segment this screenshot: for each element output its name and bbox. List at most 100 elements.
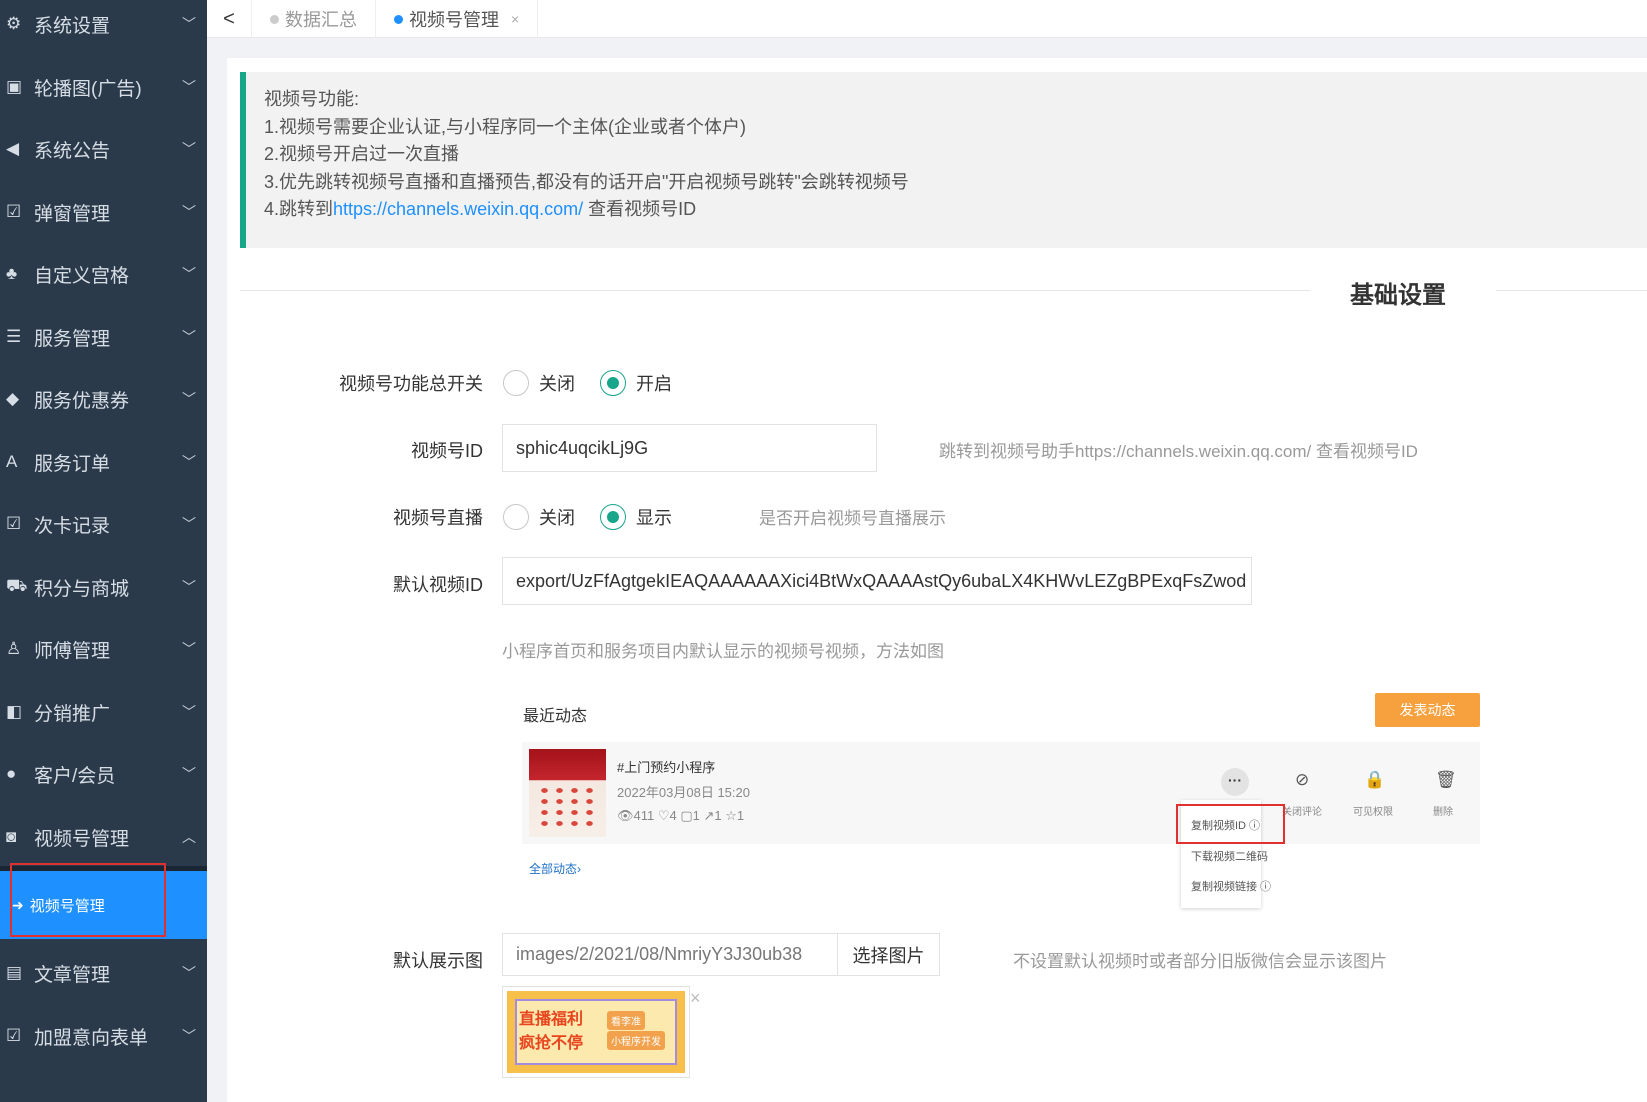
back-button[interactable]: < bbox=[207, 0, 252, 38]
preview-text: 直播福利 bbox=[519, 1011, 584, 1028]
radio-circle bbox=[503, 504, 529, 530]
switch-on-radio[interactable]: 开启 bbox=[600, 370, 672, 396]
sidebar-item-label: 服务优惠券 bbox=[34, 390, 130, 412]
image-icon: ▣ bbox=[6, 77, 23, 96]
notice-text: 查看视频号ID bbox=[583, 199, 697, 219]
chevron-down-icon: ﹀ bbox=[182, 516, 196, 532]
notice-line: 1.视频号需要企业认证,与小程序同一个主体(企业或者个体户) bbox=[264, 116, 746, 137]
select-image-button[interactable]: 选择图片 bbox=[837, 933, 940, 976]
switch-label: 视频号功能总开关 bbox=[339, 374, 483, 394]
check-square-icon: ☑ bbox=[6, 514, 22, 533]
illustration-title: 最近动态 bbox=[523, 708, 588, 725]
switch-off-radio[interactable]: 关闭 bbox=[503, 370, 575, 396]
divider bbox=[240, 290, 1310, 291]
notice-text: 4.跳转到 bbox=[264, 199, 334, 219]
sidebar-item-franchise-form[interactable]: ☑ 加盟意向表单 ﹀ bbox=[0, 1005, 207, 1067]
sidebar-item-label: 次卡记录 bbox=[34, 515, 111, 537]
sidebar-item-system-settings[interactable]: ⚙ 系统设置 ﹀ bbox=[0, 0, 207, 55]
chevron-down-icon: ﹀ bbox=[182, 766, 196, 782]
preview-text: 疯抢不停 bbox=[519, 1035, 584, 1052]
chevron-down-icon: ﹀ bbox=[182, 579, 196, 595]
image-preview: 直播福利 疯抢不停 看李准 小程序开发 bbox=[502, 986, 690, 1078]
list-icon: ☰ bbox=[6, 327, 22, 346]
trash-icon: 🗑 bbox=[1435, 770, 1457, 789]
tab-dot-icon bbox=[270, 14, 279, 24]
default-image-input[interactable]: images/2/2021/08/NmriyY3J30ub38 bbox=[502, 933, 838, 976]
sidebar-item-channels[interactable]: ◙ 视频号管理 ︿ bbox=[0, 806, 207, 868]
sidebar-item-label: 系统公告 bbox=[34, 140, 111, 162]
live-off-radio[interactable]: 关闭 bbox=[503, 504, 575, 530]
live-on-radio[interactable]: 显示 bbox=[600, 504, 672, 530]
action-caption: 可见权限 bbox=[1353, 807, 1393, 818]
default-video-input[interactable]: export/UzFfAgtgekIEAQAAAAAAXici4BtWxQAAA… bbox=[502, 557, 1252, 605]
chevron-down-icon: ﹀ bbox=[182, 454, 196, 470]
sidebar-item-distribution[interactable]: ◧ 分销推广 ﹀ bbox=[0, 681, 207, 743]
preview-tag: 看李准 bbox=[607, 1011, 645, 1030]
chevron-up-icon: ︿ bbox=[182, 829, 196, 845]
menu-item-download-qr: 下载视频二维码 bbox=[1191, 851, 1268, 863]
sidebar-item-label: 系统设置 bbox=[34, 15, 111, 37]
video-icon: ◙ bbox=[6, 827, 17, 846]
more-icon: ··· bbox=[1221, 768, 1249, 796]
sidebar-item-customers[interactable]: ● 客户/会员 ﹀ bbox=[0, 743, 207, 805]
default-video-hint: 小程序首页和服务项目内默认显示的视频号视频，方法如图 bbox=[502, 642, 944, 661]
sidebar-item-technicians[interactable]: ♙ 师傅管理 ﹀ bbox=[0, 618, 207, 680]
sidebar-item-announcement[interactable]: ◀ 系统公告 ﹀ bbox=[0, 118, 207, 180]
chevron-down-icon: ﹀ bbox=[182, 266, 196, 282]
post-title: #上门预约小程序 bbox=[617, 760, 716, 775]
highlight-box-sidebar bbox=[10, 863, 166, 937]
cart-icon: ⛟ bbox=[6, 576, 28, 595]
radio-label: 显示 bbox=[636, 508, 672, 528]
comment-off-icon: ⊘ bbox=[1295, 770, 1310, 789]
sidebar-item-label: 分销推广 bbox=[34, 703, 111, 725]
default-video-label: 默认视频ID bbox=[393, 575, 483, 595]
menu-item-copy-link: 复制视频链接 ⓘ bbox=[1191, 881, 1272, 893]
check-square-icon: ☑ bbox=[6, 1026, 22, 1045]
tab-label: 视频号管理 bbox=[409, 10, 499, 30]
sidebar-item-articles[interactable]: ▤ 文章管理 ﹀ bbox=[0, 942, 207, 1004]
highlight-box-copy-id bbox=[1176, 804, 1285, 844]
sidebar-item-orders[interactable]: A 服务订单 ﹀ bbox=[0, 431, 207, 493]
sidebar-item-points-mall[interactable]: ⛟ 积分与商城 ﹀ bbox=[0, 556, 207, 618]
sidebar-item-label: 文章管理 bbox=[34, 964, 111, 986]
sidebar-item-custom-grid[interactable]: ♣ 自定义宫格 ﹀ bbox=[0, 243, 207, 305]
sidebar-item-label: 服务订单 bbox=[34, 453, 111, 475]
sidebar-item-card-records[interactable]: ☑ 次卡记录 ﹀ bbox=[0, 493, 207, 555]
chevron-down-icon: ﹀ bbox=[182, 204, 196, 220]
sidebar-item-banner[interactable]: ▣ 轮播图(广告) ﹀ bbox=[0, 56, 207, 118]
preview-tag: 小程序开发 bbox=[607, 1031, 665, 1050]
radio-circle bbox=[600, 370, 626, 396]
remove-image-icon[interactable]: × bbox=[690, 988, 701, 1009]
chevron-down-icon: ﹀ bbox=[182, 16, 196, 32]
sidebar-item-label: 轮播图(广告) bbox=[34, 78, 142, 100]
sidebar-item-services[interactable]: ☰ 服务管理 ﹀ bbox=[0, 306, 207, 368]
chevron-down-icon: ﹀ bbox=[182, 391, 196, 407]
check-square-icon: ☑ bbox=[6, 202, 22, 221]
publish-button: 发表动态 bbox=[1375, 693, 1480, 727]
sidebar-item-label: 视频号管理 bbox=[34, 828, 130, 850]
channels-link[interactable]: https://channels.weixin.qq.com/ bbox=[333, 199, 583, 219]
tag-icon: ◆ bbox=[6, 389, 20, 408]
post-stats: 👁411 ♡4 ▢1 ↗1 ☆1 bbox=[617, 808, 745, 823]
sidebar-item-popup[interactable]: ☑ 弹窗管理 ﹀ bbox=[0, 181, 207, 243]
tab-data-summary[interactable]: 数据汇总 bbox=[252, 0, 376, 38]
notice-box: 视频号功能: 1.视频号需要企业认证,与小程序同一个主体(企业或者个体户) 2.… bbox=[240, 72, 1647, 248]
video-id-input[interactable]: sphic4uqcikLj9G bbox=[502, 424, 877, 472]
chevron-down-icon: ﹀ bbox=[182, 965, 196, 981]
video-id-label: 视频号ID bbox=[411, 441, 483, 461]
chevron-down-icon: ﹀ bbox=[182, 1028, 196, 1044]
all-posts-link: 全部动态› bbox=[529, 862, 581, 876]
close-icon[interactable]: × bbox=[511, 11, 519, 27]
tab-dot-icon bbox=[394, 14, 403, 24]
sidebar-item-label: 弹窗管理 bbox=[34, 203, 111, 225]
chevron-down-icon: ﹀ bbox=[182, 641, 196, 657]
tab-channels-manage[interactable]: 视频号管理 × bbox=[376, 0, 539, 38]
sidebar-item-label: 加盟意向表单 bbox=[34, 1027, 149, 1049]
sidebar-item-label: 服务管理 bbox=[34, 328, 111, 350]
radio-label: 关闭 bbox=[539, 508, 575, 528]
font-icon: A bbox=[6, 452, 18, 471]
default-image-label: 默认展示图 bbox=[393, 951, 483, 971]
action-caption: 关闭评论 bbox=[1282, 807, 1322, 818]
default-image-hint: 不设置默认视频时或者部分旧版微信会显示该图片 bbox=[1013, 952, 1387, 971]
sidebar-item-coupons[interactable]: ◆ 服务优惠券 ﹀ bbox=[0, 368, 207, 430]
